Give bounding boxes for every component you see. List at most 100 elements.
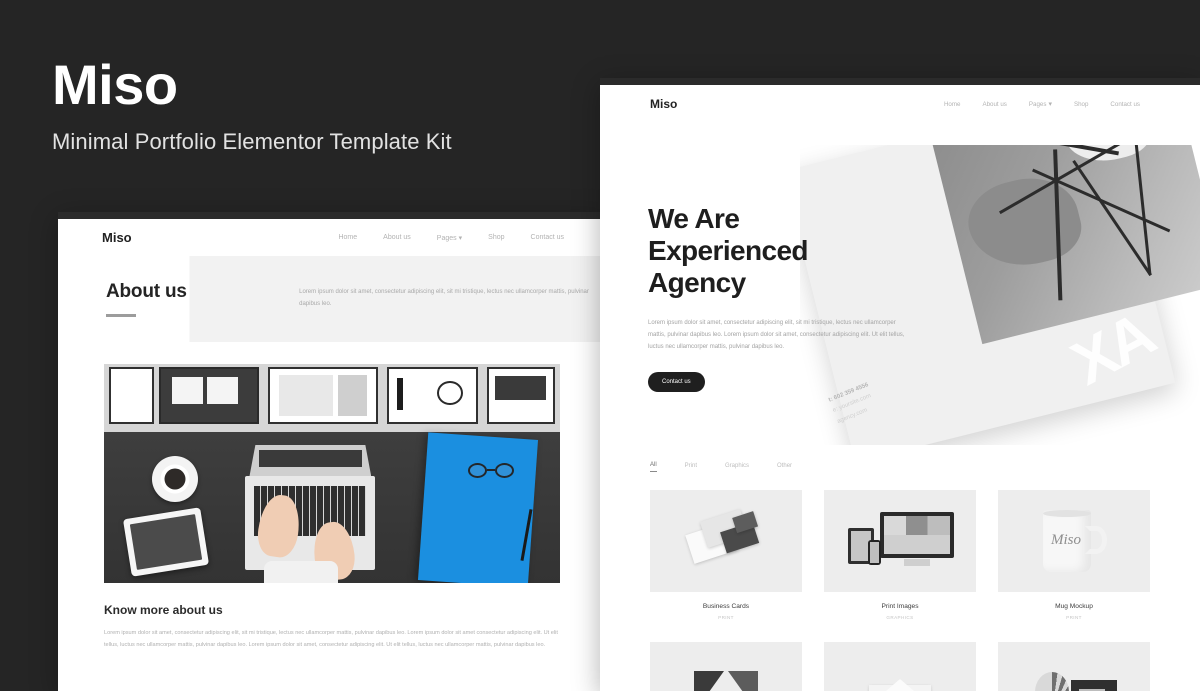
business-cards-image [683, 505, 769, 577]
eyeglasses [468, 462, 515, 478]
contact-us-button[interactable]: Contact us [648, 371, 705, 392]
portfolio-filters: All Print Graphics Other [650, 458, 1150, 472]
nav-item-about-us[interactable]: About us [383, 234, 411, 241]
coffee-cup [151, 455, 198, 502]
organizer-slot [206, 376, 238, 405]
nav-item-contact-us[interactable]: Contact us [531, 234, 564, 241]
browser-topbar [600, 78, 1200, 85]
portfolio-item-category: PRINT [718, 615, 734, 620]
browser-mockup-about-page: Miso Home About us Pages ▾ Shop Contact u… [58, 212, 606, 691]
nav-item-pages[interactable]: Pages ▾ [1029, 100, 1052, 108]
organizer-tray [108, 367, 155, 425]
portfolio-item-title: Mug Mockup [1055, 603, 1093, 610]
about-heading-group: About us [58, 281, 299, 317]
chair-leg [1130, 145, 1152, 275]
organizer-slot [172, 376, 204, 405]
home-page: Miso Home About us Pages ▾ Shop Contact u… [600, 85, 1200, 691]
portfolio-item[interactable] [998, 642, 1150, 691]
promo-title-block: Miso Minimal Portfolio Elementor Templat… [52, 53, 452, 155]
scissors-item [436, 381, 463, 406]
mug-mockup-image: Miso [1039, 510, 1109, 572]
filter-other[interactable]: Other [777, 463, 792, 472]
site-header-left: Miso Home About us Pages ▾ Shop Contact u… [58, 219, 606, 256]
shirt-sleeve [263, 561, 338, 583]
chairs-photo [929, 145, 1200, 345]
portfolio-caption: Mug Mockup PRINT [998, 603, 1150, 620]
nav-item-contact-us[interactable]: Contact us [1110, 101, 1140, 108]
promo-banner: Miso Minimal Portfolio Elementor Templat… [0, 0, 1200, 691]
heading-underline [106, 314, 136, 317]
portfolio-item[interactable] [824, 642, 976, 691]
blue-notebook [417, 432, 538, 583]
folded-paper-image [694, 671, 758, 691]
hero-heading-line: Experienced [648, 234, 809, 266]
ruler [337, 374, 368, 417]
portfolio-thumbnail[interactable] [824, 490, 976, 592]
filter-all[interactable]: All [650, 462, 657, 472]
hero-heading-line: We Are [648, 203, 740, 234]
about-intro-text: Lorem ipsum dolor sit amet, consectetur … [299, 287, 606, 310]
organizer-frame [386, 367, 478, 425]
plant-and-device-image [1031, 670, 1117, 691]
about-page: Miso Home About us Pages ▾ Shop Contact u… [58, 219, 606, 652]
monitor-icon [880, 512, 954, 558]
about-heading: About us [106, 281, 187, 302]
portfolio-caption: Business Cards PRINT [650, 603, 802, 620]
portfolio-item-title: Business Cards [702, 603, 750, 610]
nav-item-shop[interactable]: Shop [1074, 101, 1088, 108]
organizer-tray [158, 367, 260, 425]
page-subtitle: Minimal Portfolio Elementor Template Kit [52, 128, 452, 154]
filter-print[interactable]: Print [685, 463, 697, 472]
desk-organizers-row [104, 364, 560, 432]
portfolio-item[interactable]: Miso Mug Mockup PRINT [998, 490, 1150, 620]
organizer-notebook [268, 367, 378, 425]
about-hero-band: About us Lorem ipsum dolor sit amet, con… [58, 256, 606, 342]
phone-icon [868, 540, 881, 565]
portfolio-item-category: PRINT [1066, 615, 1082, 620]
portfolio-item-category: GRAPHICS [886, 615, 914, 620]
portfolio-section: All Print Graphics Other Business Cards … [600, 458, 1200, 691]
main-nav-right: Home About us Pages ▾ Shop Contact us [944, 100, 1140, 109]
browser-topbar [58, 212, 606, 219]
organizer-desk-pad [487, 367, 556, 425]
nav-item-pages[interactable]: Pages ▾ [437, 234, 462, 242]
site-logo[interactable]: Miso [650, 97, 677, 111]
nav-item-home[interactable]: Home [338, 234, 357, 241]
portfolio-thumbnail[interactable] [650, 490, 802, 592]
portfolio-caption: Print Images GRAPHICS [824, 603, 976, 620]
about-intro-paragraph: Lorem ipsum dolor sit amet, consectetur … [299, 289, 589, 307]
filter-graphics[interactable]: Graphics [725, 463, 749, 472]
page-title: Miso [52, 53, 178, 116]
site-logo[interactable]: Miso [102, 230, 132, 245]
envelope-image [869, 675, 931, 691]
know-more-body: Lorem ipsum dolor sit amet, consectetur … [104, 628, 560, 651]
know-more-paragraph: Lorem ipsum dolor sit amet, consectetur … [104, 630, 558, 648]
hero-paragraph-wrap: Lorem ipsum dolor sit amet, consectetur … [648, 317, 908, 354]
site-header-right: Miso Home About us Pages ▾ Shop Contact u… [600, 85, 1200, 123]
portfolio-thumbnail[interactable]: Miso [998, 490, 1150, 592]
portfolio-item[interactable]: Print Images GRAPHICS [824, 490, 976, 620]
hero-section: XA t: 602 359 4556 e: yoursite.com agenc… [600, 123, 1200, 458]
portfolio-thumbnail[interactable] [824, 642, 976, 691]
portfolio-thumbnail[interactable] [650, 642, 802, 691]
portfolio-item[interactable]: Business Cards PRINT [650, 490, 802, 620]
nav-item-home[interactable]: Home [944, 101, 961, 108]
browser-mockup-home-page: Miso Home About us Pages ▾ Shop Contact u… [600, 78, 1200, 691]
devices-mockup-image [846, 510, 954, 572]
nav-item-shop[interactable]: Shop [488, 234, 504, 241]
pad-item [495, 375, 546, 401]
chevron-down-icon: ▾ [458, 234, 463, 242]
nav-item-about-us[interactable]: About us [982, 101, 1006, 108]
main-nav-left: Home About us Pages ▾ Shop Contact us [338, 234, 564, 242]
hero-heading: We Are Experienced Agency [648, 203, 923, 299]
portfolio-item-title: Print Images [881, 603, 919, 610]
tablet-device [122, 507, 209, 577]
portfolio-thumbnail[interactable] [998, 642, 1150, 691]
portfolio-item[interactable] [650, 642, 802, 691]
hero-heading-line: Agency [648, 266, 746, 298]
hero-copy: We Are Experienced Agency Lorem ipsum do… [648, 203, 923, 392]
notepad [278, 374, 334, 417]
portfolio-grid: Business Cards PRINT Print Images GRAPHI… [650, 490, 1150, 691]
know-more-heading: Know more about us [104, 603, 223, 617]
laptop-screen [249, 445, 372, 478]
